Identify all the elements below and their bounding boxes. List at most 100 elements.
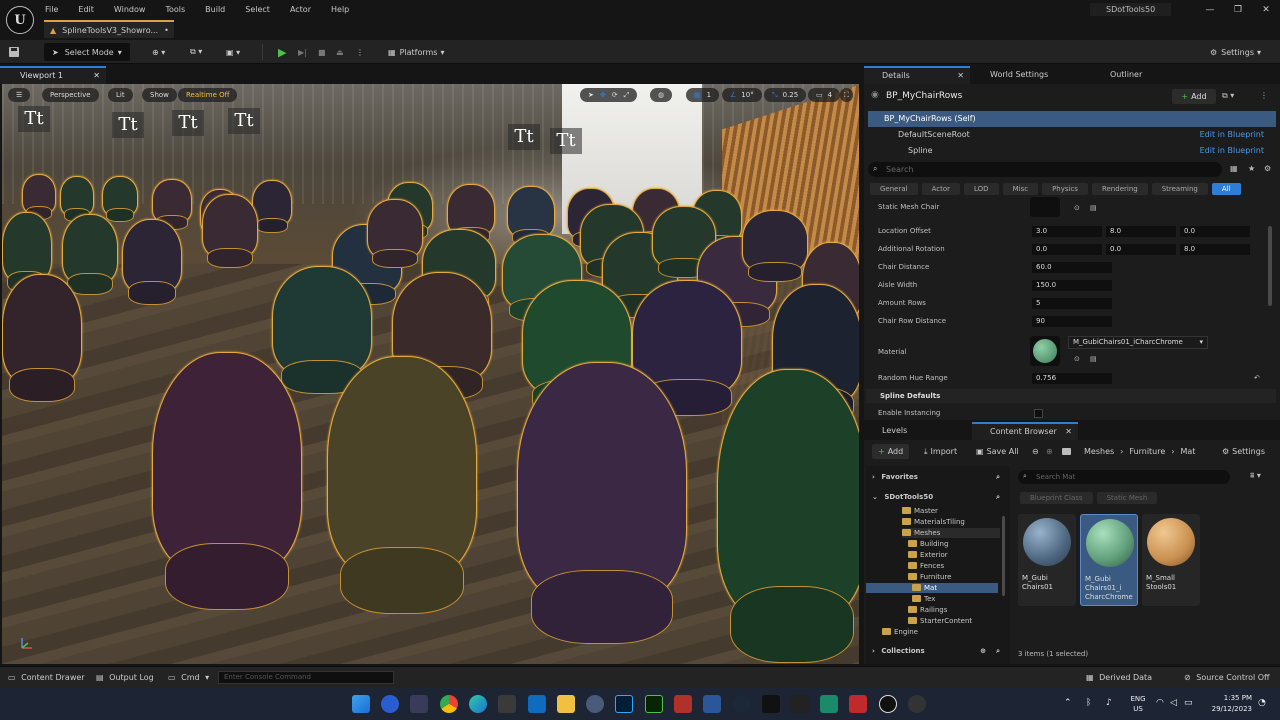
chair[interactable] xyxy=(272,266,372,376)
app-icon[interactable] xyxy=(820,695,838,713)
cinematics-icon[interactable]: ▣ ▾ xyxy=(226,43,240,61)
chair[interactable] xyxy=(60,176,94,216)
cmd-dropdown[interactable]: ▭ Cmd ▾ xyxy=(168,673,209,682)
tab-content-browser[interactable]: Content Browser ✕ xyxy=(972,422,1078,440)
chair[interactable] xyxy=(202,194,258,258)
close-tab-icon[interactable]: ✕ xyxy=(957,68,964,83)
menu-help[interactable]: Help xyxy=(331,5,349,14)
file-explorer-icon[interactable] xyxy=(557,695,575,713)
menu-tools[interactable]: Tools xyxy=(165,5,185,14)
asset-tile[interactable]: M_Gubi Chairs01 xyxy=(1018,514,1076,606)
browse-icon[interactable]: ▤ xyxy=(1090,355,1097,363)
filter-general[interactable]: General xyxy=(870,183,918,195)
location-y-field[interactable]: 8.0 xyxy=(1106,226,1176,237)
material-thumbnail[interactable] xyxy=(1030,336,1060,366)
import-button[interactable]: ⤓ Import xyxy=(924,444,957,459)
realtime-off-button[interactable]: Realtime Off xyxy=(178,88,238,102)
dreamweaver-icon[interactable] xyxy=(645,695,663,713)
wifi-icon[interactable]: ◠ xyxy=(1156,698,1164,708)
content-drawer-button[interactable]: ▭ Content Drawer xyxy=(8,673,85,682)
browse-icon[interactable]: ▤ xyxy=(1090,204,1097,212)
source-control-button[interactable]: ⊘ Source Control Off xyxy=(1184,673,1270,682)
rotation-y-field[interactable]: 0.0 xyxy=(1106,244,1176,255)
minimize-icon[interactable]: — xyxy=(1196,5,1224,15)
lit-button[interactable]: Lit xyxy=(108,88,133,102)
word-icon[interactable] xyxy=(703,695,721,713)
tree-item-startercontent[interactable]: StarterContent xyxy=(908,616,972,626)
save-all-button[interactable]: ▣ Save All xyxy=(976,444,1019,459)
location-x-field[interactable]: 3.0 xyxy=(1032,226,1102,237)
stop-icon[interactable]: ■ xyxy=(318,43,326,61)
steam-icon[interactable] xyxy=(733,695,751,713)
epic-games-icon[interactable] xyxy=(762,695,780,713)
notifications-icon[interactable]: ◔ xyxy=(1258,698,1266,708)
collections-section[interactable]: › Collections ⊕ ⌕ xyxy=(872,646,1002,656)
tree-item-furniture[interactable]: Furniture xyxy=(908,572,951,582)
component-row-root[interactable]: DefaultSceneRoot Edit in Blueprint xyxy=(868,127,1276,143)
unreal-logo-icon[interactable]: U xyxy=(6,6,34,34)
chair-distance-field[interactable]: 60.0 xyxy=(1032,262,1112,273)
close-tab-icon[interactable]: ✕ xyxy=(93,68,100,83)
camera-speed[interactable]: ▭ 4 xyxy=(808,88,841,102)
acrobat-icon[interactable] xyxy=(674,695,692,713)
tree-scrollbar[interactable] xyxy=(1002,516,1005,596)
app-icon[interactable] xyxy=(908,695,926,713)
save-icon[interactable] xyxy=(8,43,20,61)
tab-levels[interactable]: Levels xyxy=(864,422,964,440)
details-scrollbar[interactable] xyxy=(1268,226,1272,306)
menu-actor[interactable]: Actor xyxy=(290,5,311,14)
clock-date[interactable]: 29/12/2023 xyxy=(1204,705,1252,713)
world-local-toggle[interactable]: ◍ xyxy=(650,88,673,102)
platforms-dropdown[interactable]: ▦ Platforms ▾ xyxy=(388,43,444,61)
chair[interactable] xyxy=(152,179,192,223)
derived-data-button[interactable]: ▦ Derived Data xyxy=(1086,673,1152,682)
chair-row-distance-field[interactable]: 90 xyxy=(1032,316,1112,327)
search-icon[interactable]: ⌕ xyxy=(996,646,1000,656)
chair[interactable] xyxy=(252,180,292,226)
app-icon[interactable] xyxy=(586,695,604,713)
filter-all[interactable]: All xyxy=(1211,183,1241,195)
tree-item-tex[interactable]: Tex xyxy=(912,594,935,604)
asset-search-input[interactable]: Search Mat xyxy=(1018,470,1230,484)
chair[interactable] xyxy=(22,174,56,214)
add-collection-icon[interactable]: ⊕ xyxy=(980,646,986,656)
filter-physics[interactable]: Physics xyxy=(1042,183,1088,195)
back-icon[interactable]: ⊖ xyxy=(1032,444,1039,459)
filter-lod[interactable]: LOD xyxy=(964,183,999,195)
chair[interactable] xyxy=(152,352,302,572)
forward-icon[interactable]: ⊕ xyxy=(1046,444,1053,459)
chevron-up-icon[interactable]: ⌃ xyxy=(1064,698,1072,708)
blueprint-options-icon[interactable]: ⧉ ▾ xyxy=(1222,91,1234,101)
chair[interactable] xyxy=(62,214,118,284)
tree-item-master[interactable]: Master xyxy=(902,506,938,516)
close-icon[interactable]: ✕ xyxy=(1252,5,1280,15)
filter-icon[interactable]: ⩩ ▾ xyxy=(1250,471,1261,481)
level-tab[interactable]: ▲ SplineToolsV3_Showro... • xyxy=(44,20,174,38)
tree-item-mat[interactable]: Mat xyxy=(866,583,998,593)
random-hue-field[interactable]: 0.756 xyxy=(1032,373,1112,384)
clock-time[interactable]: 1:35 PM xyxy=(1204,694,1252,702)
show-button[interactable]: Show xyxy=(142,88,177,102)
chair[interactable] xyxy=(507,186,555,238)
tree-item-railings[interactable]: Railings xyxy=(908,605,947,615)
root-section[interactable]: ⌄ SDotTools50 ⌕ xyxy=(872,492,1002,502)
edit-in-blueprint-link[interactable]: Edit in Blueprint xyxy=(1200,127,1264,143)
rotation-x-field[interactable]: 0.0 xyxy=(1032,244,1102,255)
cb-add-button[interactable]: + Add xyxy=(872,444,910,459)
tree-item-exterior[interactable]: Exterior xyxy=(908,550,948,560)
viewport-options-button[interactable]: ☰ xyxy=(8,88,31,102)
play-options-icon[interactable]: ⋮ xyxy=(356,43,364,61)
windows-start-icon[interactable] xyxy=(352,695,370,713)
reset-icon[interactable]: ⊙ xyxy=(1074,355,1080,363)
volume-icon[interactable]: ◁ xyxy=(1170,698,1177,708)
reset-to-default-icon[interactable]: ↶ xyxy=(1254,374,1260,382)
tree-item-materialstiling[interactable]: MaterialsTiling xyxy=(902,517,965,527)
chair[interactable] xyxy=(102,176,138,216)
filter-actor[interactable]: Actor xyxy=(921,183,961,195)
chair[interactable] xyxy=(122,219,182,293)
chair[interactable] xyxy=(367,199,423,259)
app-icon[interactable] xyxy=(791,695,809,713)
tree-item-fences[interactable]: Fences xyxy=(908,561,944,571)
favorites-section[interactable]: › Favorites ⌕ xyxy=(872,472,1002,482)
blueprint-icon[interactable]: ⧉ ▾ xyxy=(190,43,202,61)
